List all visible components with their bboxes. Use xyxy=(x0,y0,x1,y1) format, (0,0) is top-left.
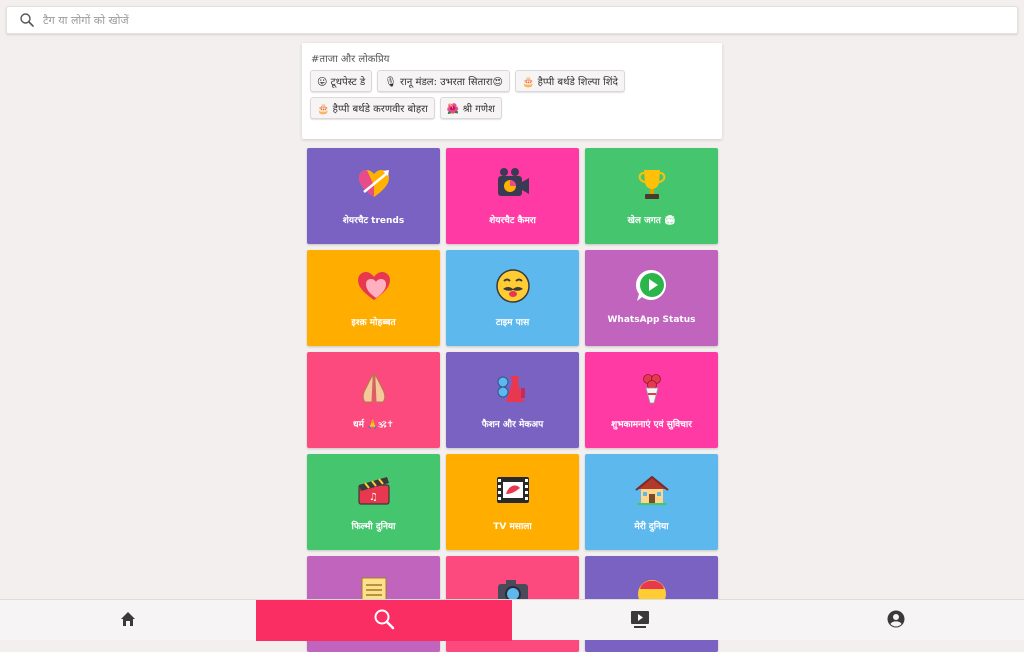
search-box[interactable] xyxy=(6,6,1018,34)
house-icon xyxy=(634,472,670,508)
category-label: खेल जगत 🏟 xyxy=(627,216,676,226)
category-label: धर्म 🙏🕉✝ xyxy=(353,420,394,430)
category-label: मेरी दुनिया xyxy=(634,522,669,532)
svg-text:♫: ♫ xyxy=(369,492,378,503)
heart-icon xyxy=(356,268,392,304)
folded-hands-icon xyxy=(356,370,392,406)
tag-chips: 😛 टूथपेस्ट डे 🎙 रानू मंडल: उभरता सितारा😍… xyxy=(310,70,640,119)
clapper-icon: ♫ xyxy=(356,472,392,508)
category-tile-whatsapp-status[interactable]: WhatsApp Status xyxy=(585,250,718,346)
category-label: टाइम पास xyxy=(495,318,530,328)
search-input[interactable] xyxy=(43,13,943,27)
account-icon xyxy=(887,610,905,632)
category-label: शेयरचैट कैमरा xyxy=(489,216,536,226)
play-screen-icon xyxy=(630,609,650,633)
nav-videos[interactable] xyxy=(512,600,768,641)
category-tile-tv-masala[interactable]: TV मसाला xyxy=(446,454,579,550)
video-camera-icon xyxy=(495,166,531,202)
trophy-icon xyxy=(634,166,670,202)
category-grid: शेयरचैट trends शेयरचैट कैमरा खेल जगत 🏟 इ… xyxy=(307,148,718,652)
category-label: WhatsApp Status xyxy=(607,315,696,325)
tag-chip[interactable]: 😛 टूथपेस्ट डे xyxy=(310,70,373,92)
category-label: फैशन और मेकअप xyxy=(481,420,544,430)
tag-chip[interactable]: 🎙 रानू मंडल: उभरता सितारा😍 xyxy=(377,70,510,92)
category-label: TV मसाला xyxy=(493,522,532,532)
whatsapp-icon xyxy=(634,268,670,304)
category-tile-greetings[interactable]: शुभकामनाएं एवं सुविचार xyxy=(585,352,718,448)
nav-home[interactable] xyxy=(0,600,256,641)
category-tile-religion[interactable]: धर्म 🙏🕉✝ xyxy=(307,352,440,448)
search-icon xyxy=(19,12,35,28)
category-label: शेयरचैट trends xyxy=(342,216,405,226)
nav-search[interactable] xyxy=(256,600,512,641)
film-strip-icon xyxy=(495,472,531,508)
category-tile-my-world[interactable]: मेरी दुनिया xyxy=(585,454,718,550)
category-tile-love[interactable]: इश्क़ मोहब्बत xyxy=(307,250,440,346)
nav-profile[interactable] xyxy=(768,600,1024,641)
category-tile-time-pass[interactable]: टाइम पास xyxy=(446,250,579,346)
category-tile-fashion[interactable]: फैशन और मेकअप xyxy=(446,352,579,448)
tag-chip[interactable]: 🌺 श्री गणेश xyxy=(439,97,502,119)
category-tile-sharechat-camera[interactable]: शेयरचैट कैमरा xyxy=(446,148,579,244)
trending-tags-card: #ताजा और लोकप्रिय 😛 टूथपेस्ट डे 🎙 रानू म… xyxy=(302,43,722,139)
mustache-face-icon xyxy=(495,268,531,304)
home-icon xyxy=(119,610,137,632)
top-bar xyxy=(0,0,1024,40)
bouquet-icon xyxy=(634,370,670,406)
tag-chip[interactable]: 🎂 हैप्पी बर्थडे शिल्पा शिंदे xyxy=(514,70,625,92)
category-tile-sports[interactable]: खेल जगत 🏟 xyxy=(585,148,718,244)
search-icon xyxy=(373,608,395,634)
category-label: इश्क़ मोहब्बत xyxy=(351,318,396,328)
bottom-navigation xyxy=(0,599,1024,641)
heart-arrow-icon xyxy=(356,166,392,202)
category-tile-sharechat-trends[interactable]: शेयरचैट trends xyxy=(307,148,440,244)
category-label: शुभकामनाएं एवं सुविचार xyxy=(611,420,692,430)
trending-tags-title: #ताजा और लोकप्रिय xyxy=(311,54,390,65)
category-label: फिल्मी दुनिया xyxy=(351,522,396,532)
category-tile-film-world[interactable]: ♫ फिल्मी दुनिया xyxy=(307,454,440,550)
tag-chip[interactable]: 🎂 हैप्पी बर्थडे करणवीर बोहरा xyxy=(310,97,435,119)
dress-icon xyxy=(495,370,531,406)
